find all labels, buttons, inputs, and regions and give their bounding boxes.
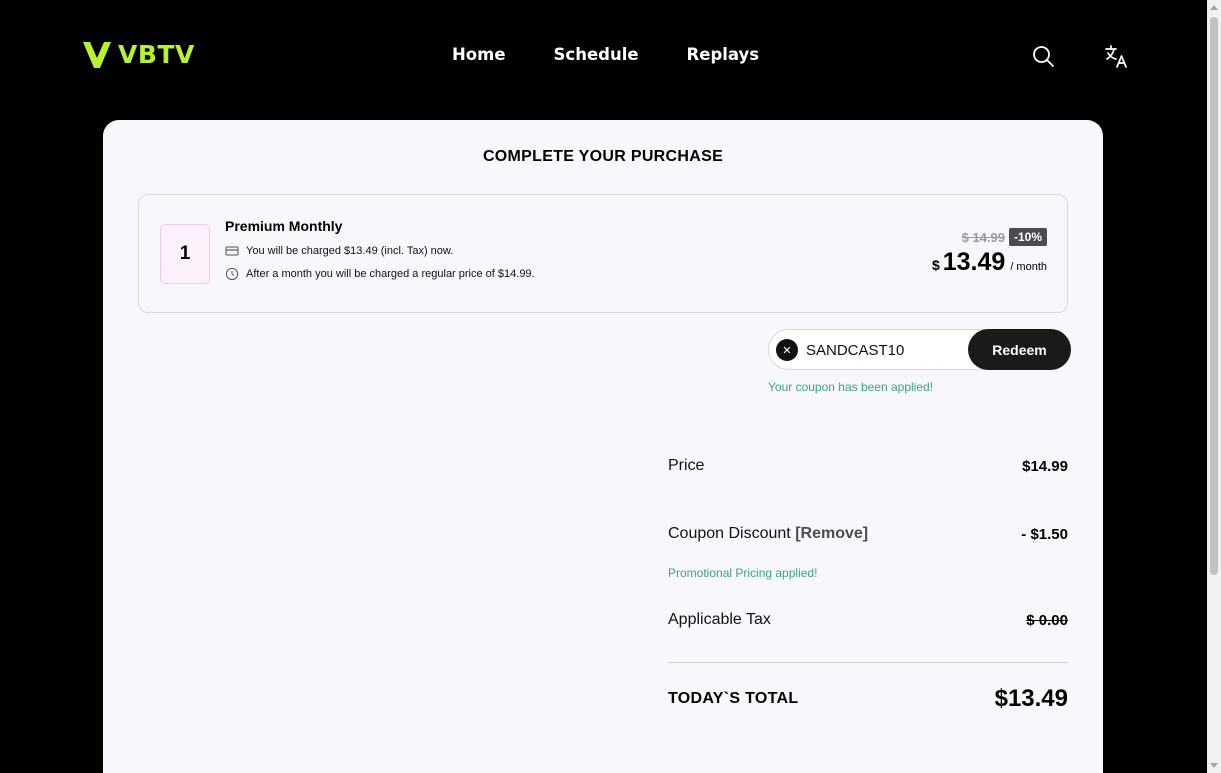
billing-period: / month bbox=[1010, 261, 1047, 273]
currency-symbol: $ bbox=[931, 257, 940, 273]
site-header: VBTV Home Schedule Replays bbox=[0, 0, 1207, 110]
brand-logo[interactable]: VBTV bbox=[82, 40, 195, 70]
tax-value: $ 0.00 bbox=[1026, 611, 1068, 629]
discount-label: Coupon Discount [Remove] bbox=[668, 525, 868, 543]
charge-note-text: You will be charged $13.49 (incl. Tax) n… bbox=[246, 245, 454, 257]
coupon-form: ✕ Redeem bbox=[768, 329, 1071, 370]
total-row: TODAY`S TOTAL $13.49 bbox=[668, 685, 1068, 713]
summary-divider bbox=[668, 662, 1068, 663]
price-label: Price bbox=[668, 457, 705, 474]
clear-coupon-icon[interactable]: ✕ bbox=[776, 339, 798, 361]
product-summary: 1 Premium Monthly You will be charged $1… bbox=[138, 194, 1068, 313]
brand-name: VBTV bbox=[118, 40, 195, 69]
quantity-badge: 1 bbox=[160, 224, 210, 284]
clock-icon bbox=[225, 267, 239, 281]
total-value: $13.49 bbox=[994, 685, 1068, 712]
page-scrollbar[interactable] bbox=[1207, 0, 1221, 773]
product-name: Premium Monthly bbox=[225, 218, 343, 234]
promo-message: Promotional Pricing applied! bbox=[668, 566, 818, 580]
original-price: $ 14.99 bbox=[961, 229, 1005, 245]
discount-row: Coupon Discount [Remove] - $1.50 bbox=[668, 525, 1068, 543]
search-icon[interactable] bbox=[1031, 44, 1055, 68]
scroll-down-arrow-icon[interactable] bbox=[1210, 763, 1218, 768]
total-label: TODAY`S TOTAL bbox=[668, 690, 799, 707]
tax-row: Applicable Tax $ 0.00 bbox=[668, 611, 1068, 629]
price-row: Price $14.99 bbox=[668, 457, 1068, 475]
translate-icon[interactable] bbox=[1104, 44, 1128, 68]
remove-coupon-link[interactable]: [Remove] bbox=[795, 525, 868, 542]
price-box: $ 14.99 -10% $ 13.49 / month bbox=[932, 228, 1047, 277]
scroll-thumb[interactable] bbox=[1210, 17, 1218, 575]
renewal-note: After a month you will be charged a regu… bbox=[225, 267, 535, 281]
nav-schedule-link[interactable]: Schedule bbox=[554, 44, 639, 66]
tax-label: Applicable Tax bbox=[668, 611, 771, 628]
discount-value: - $1.50 bbox=[1021, 525, 1068, 543]
charge-note: You will be charged $13.49 (incl. Tax) n… bbox=[225, 244, 453, 258]
nav-home-link[interactable]: Home bbox=[452, 44, 506, 66]
credit-card-icon bbox=[225, 246, 239, 256]
main-nav: Home Schedule Replays bbox=[452, 44, 759, 66]
discount-badge: -10% bbox=[1008, 228, 1047, 246]
nav-replays-link[interactable]: Replays bbox=[687, 44, 760, 66]
checkout-card: COMPLETE YOUR PURCHASE 1 Premium Monthly… bbox=[103, 120, 1103, 773]
coupon-success-message: Your coupon has been applied! bbox=[768, 380, 934, 394]
discount-label-text: Coupon Discount bbox=[668, 525, 791, 542]
redeem-button[interactable]: Redeem bbox=[968, 329, 1071, 370]
coupon-input[interactable] bbox=[806, 338, 956, 362]
discounted-price: 13.49 bbox=[942, 248, 1006, 276]
page-title: COMPLETE YOUR PURCHASE bbox=[482, 148, 724, 165]
renewal-note-text: After a month you will be charged a regu… bbox=[246, 268, 535, 280]
scroll-up-arrow-icon[interactable] bbox=[1210, 5, 1218, 10]
logo-mark-icon bbox=[83, 42, 111, 68]
price-value: $14.99 bbox=[1022, 457, 1068, 475]
